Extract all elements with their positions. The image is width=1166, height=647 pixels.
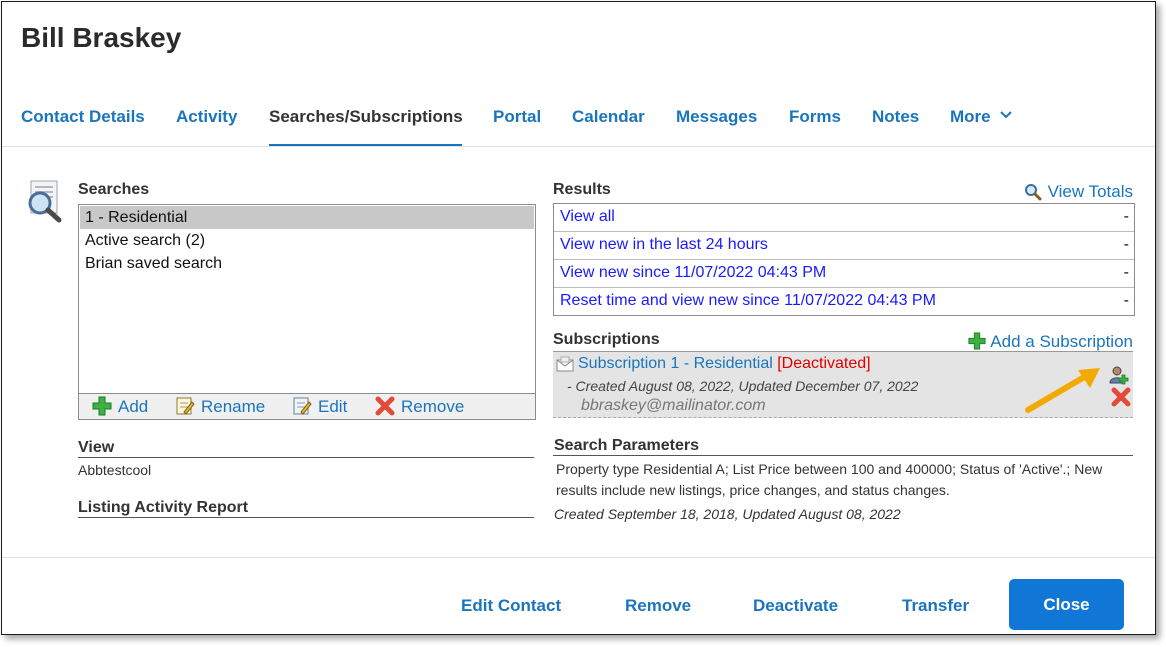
view-value: Abbtestcool	[78, 462, 152, 478]
add-icon	[968, 332, 986, 350]
tab-more-label: More	[950, 107, 991, 126]
edit-search-label: Edit	[318, 397, 348, 416]
close-button[interactable]: Close	[1009, 579, 1124, 630]
subscription-email: bbraskey@mailinator.com	[581, 397, 766, 414]
add-subscription-link[interactable]: Add a Subscription	[968, 332, 1133, 352]
table-row: Reset time and view new since 11/07/2022…	[554, 288, 1134, 315]
subscriptions-heading: Subscriptions	[553, 331, 660, 348]
result-value: -	[1123, 264, 1129, 281]
edit-icon	[293, 397, 312, 415]
tab-portal[interactable]: Portal	[493, 106, 541, 144]
add-search-button[interactable]: Add	[92, 396, 148, 417]
tab-messages[interactable]: Messages	[676, 106, 757, 144]
subscription-link[interactable]: Subscription 1 - Residential [Deactivate…	[578, 355, 871, 373]
result-value: -	[1123, 292, 1129, 309]
footer-divider	[2, 557, 1155, 558]
add-recipient-icon	[1109, 366, 1129, 385]
view-heading: View	[78, 439, 115, 456]
tab-notes[interactable]: Notes	[872, 106, 919, 144]
result-value: -	[1123, 208, 1129, 225]
add-search-label: Add	[118, 397, 149, 416]
subscription-name: Subscription 1 - Residential	[578, 355, 773, 372]
tab-contact-details[interactable]: Contact Details	[21, 106, 145, 144]
table-row: View new in the last 24 hours -	[554, 232, 1134, 260]
edit-contact-button[interactable]: Edit Contact	[461, 596, 561, 616]
results-heading: Results	[553, 181, 611, 198]
search-parameters-divider	[553, 455, 1133, 456]
listing-activity-report-heading: Listing Activity Report	[78, 499, 249, 516]
result-link[interactable]: View new since 11/07/2022 04:43 PM	[560, 264, 826, 282]
search-list: 1 - Residential Active search (2) Brian …	[80, 206, 534, 392]
contact-dialog: Bill Braskey Contact Details Activity Se…	[1, 1, 1156, 635]
edit-search-button[interactable]: Edit	[292, 396, 347, 417]
subscription-status: [Deactivated]	[777, 355, 871, 372]
tab-searches-subscriptions[interactable]: Searches/Subscriptions	[269, 106, 463, 146]
search-item[interactable]: 1 - Residential	[80, 206, 534, 229]
search-item[interactable]: Brian saved search	[80, 252, 534, 275]
delete-subscription-icon	[1111, 387, 1131, 407]
result-link[interactable]: View new in the last 24 hours	[560, 236, 768, 254]
searches-listbox: 1 - Residential Active search (2) Brian …	[78, 204, 536, 420]
annotation-arrow	[1020, 364, 1104, 421]
searches-toolbar: Add Rename Edit Remove	[79, 393, 535, 419]
transfer-button[interactable]: Transfer	[902, 596, 969, 616]
listing-report-divider	[78, 517, 534, 518]
searches-heading: Searches	[78, 181, 150, 198]
table-row: View all -	[554, 204, 1134, 232]
remove-icon	[375, 396, 395, 416]
add-icon	[92, 396, 112, 416]
tab-more[interactable]: More	[950, 106, 1013, 144]
remove-search-button[interactable]: Remove	[375, 396, 464, 417]
search-item[interactable]: Active search (2)	[80, 229, 534, 252]
result-link[interactable]: Reset time and view new since 11/07/2022…	[560, 292, 936, 310]
rename-search-button[interactable]: Rename	[175, 396, 265, 417]
deactivate-button[interactable]: Deactivate	[753, 596, 838, 616]
remove-contact-button[interactable]: Remove	[625, 596, 691, 616]
delete-subscription-button[interactable]	[1111, 387, 1131, 412]
remove-search-label: Remove	[401, 397, 465, 416]
search-parameters-text: Property type Residential A; List Price …	[556, 461, 1103, 498]
view-totals-link[interactable]: View Totals	[1024, 182, 1133, 202]
table-row: View new since 11/07/2022 04:43 PM -	[554, 260, 1134, 288]
result-link[interactable]: View all	[560, 208, 615, 226]
search-parameters-heading: Search Parameters	[554, 437, 699, 454]
search-parameters-dates: Created September 18, 2018, Updated Augu…	[554, 506, 901, 522]
tab-bar: Contact Details Activity Searches/Subscr…	[2, 106, 1155, 147]
contact-name-title: Bill Braskey	[21, 22, 182, 53]
result-value: -	[1123, 236, 1129, 253]
view-divider	[78, 457, 534, 458]
rename-icon	[176, 397, 195, 415]
chevron-down-icon	[999, 104, 1013, 126]
results-table: View all - View new in the last 24 hours…	[553, 203, 1135, 316]
view-totals-label: View Totals	[1047, 182, 1133, 201]
subscription-envelope-icon	[556, 356, 574, 372]
tab-forms[interactable]: Forms	[789, 106, 841, 144]
subscription-dates: - Created August 08, 2022, Updated Decem…	[567, 378, 919, 394]
tab-activity[interactable]: Activity	[176, 106, 237, 144]
search-list-icon	[23, 179, 65, 228]
rename-search-label: Rename	[201, 397, 266, 416]
magnifier-icon	[1024, 184, 1042, 201]
add-subscription-label: Add a Subscription	[990, 332, 1133, 351]
tab-calendar[interactable]: Calendar	[572, 106, 645, 144]
